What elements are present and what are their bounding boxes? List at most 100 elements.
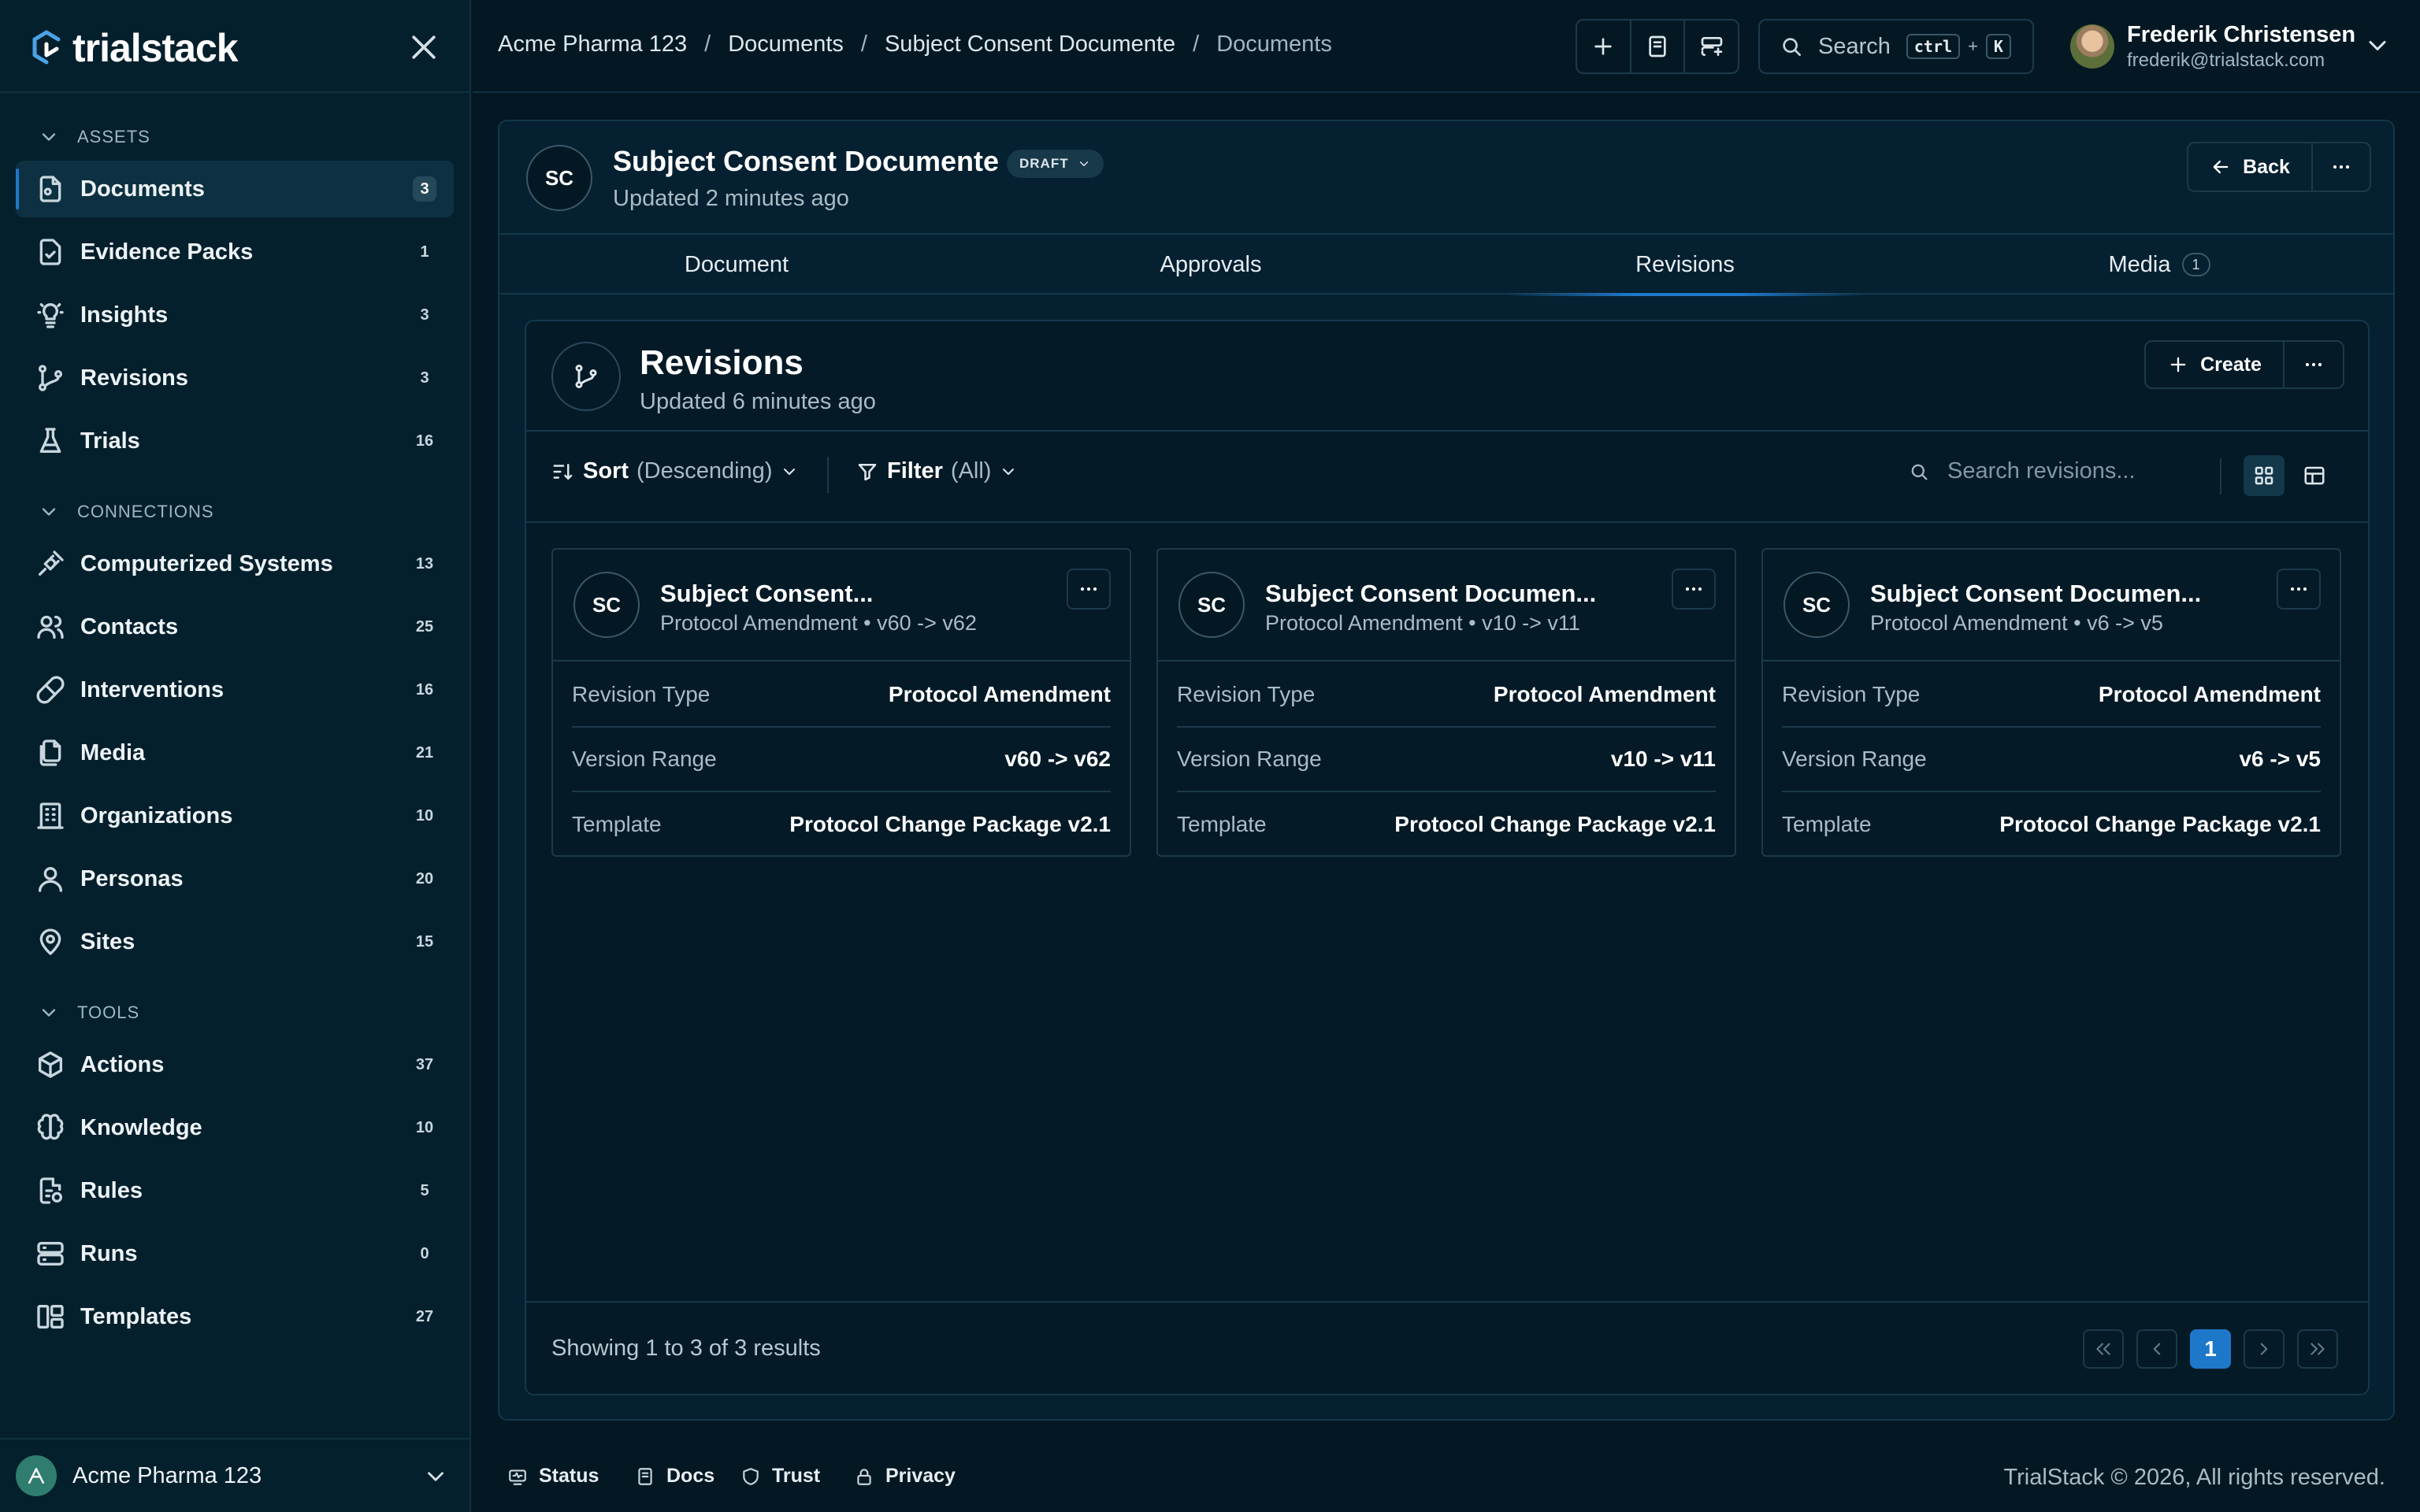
sidebar-item-count: 3 [413, 176, 436, 202]
sidebar-item-evidence-packs[interactable]: Evidence Packs 1 [16, 224, 454, 280]
tab-revisions[interactable]: Revisions [1448, 235, 1922, 296]
global-search[interactable]: Search ctrl + K [1758, 19, 2034, 74]
chevron-down-icon[interactable] [2363, 32, 2392, 60]
grid-view-button[interactable] [2244, 455, 2285, 496]
storage-button[interactable] [1685, 20, 1738, 72]
sort-button[interactable]: Sort (Descending) [551, 458, 799, 484]
breadcrumb-item-documents[interactable]: Documents [728, 32, 844, 57]
section-connections-toggle[interactable]: CONNECTIONS [38, 496, 214, 528]
revision-card-header: SC Subject Consent Documen... Protocol A… [1763, 550, 2340, 662]
revision-subtitle: Protocol Amendment • v60 -> v62 [660, 611, 977, 635]
sidebar-item-count: 37 [415, 1055, 434, 1073]
revision-more-button[interactable] [2277, 569, 2321, 610]
user-menu[interactable]: Frederik Christensen frederik@trialstack… [2070, 17, 2355, 76]
breadcrumb-separator: / [1193, 32, 1200, 57]
search-input[interactable] [1947, 458, 2215, 484]
org-switcher[interactable]: Acme Pharma 123 [0, 1438, 471, 1512]
table-view-button[interactable] [2294, 455, 2335, 496]
sidebar-item-personas[interactable]: Personas 20 [16, 850, 454, 907]
sidebar-item-templates[interactable]: Templates 27 [16, 1288, 454, 1345]
document-icon [39, 176, 61, 202]
revisions-actions: Create [2144, 340, 2344, 389]
previous-page-button[interactable] [2136, 1329, 2177, 1369]
plus-icon [1594, 38, 1612, 55]
sidebar-item-actions[interactable]: Actions 37 [16, 1036, 454, 1093]
tab-label: Media [2108, 251, 2171, 277]
back-button[interactable]: Back [2188, 143, 2313, 191]
status-link[interactable]: Status [507, 1465, 599, 1488]
sidebar-item-rules[interactable]: Rules 5 [16, 1162, 454, 1219]
sidebar-item-interventions[interactable]: Interventions 16 [16, 662, 454, 718]
revisions-more-button[interactable] [2285, 342, 2343, 387]
tab-approvals[interactable]: Approvals [974, 235, 1448, 295]
version-range-row: Version Range v10 -> v11 [1177, 728, 1716, 792]
revision-more-button[interactable] [1672, 569, 1716, 610]
revision-avatar: SC [573, 572, 640, 638]
revision-more-button[interactable] [1067, 569, 1111, 610]
status-badge[interactable]: DRAFT [1007, 150, 1104, 178]
sidebar-item-insights[interactable]: Insights 3 [16, 287, 454, 343]
logo[interactable]: trialstack [28, 25, 239, 71]
breadcrumb: Acme Pharma 123 / Documents / Subject Co… [498, 32, 1332, 57]
revision-card[interactable]: SC Subject Consent... Protocol Amendment… [551, 548, 1131, 857]
sidebar-item-sites[interactable]: Sites 15 [16, 914, 454, 970]
quick-actions [1576, 19, 1739, 74]
breadcrumb-item-document[interactable]: Subject Consent Documente [885, 32, 1175, 57]
tab-document[interactable]: Document [499, 235, 974, 295]
sidebar-item-documents[interactable]: Documents 3 [16, 161, 454, 217]
sidebar-item-organizations[interactable]: Organizations 10 [16, 788, 454, 844]
sidebar-item-trials[interactable]: Trials 16 [16, 413, 454, 469]
sidebar-item-contacts[interactable]: Contacts 25 [16, 598, 454, 655]
docs-link[interactable]: Docs [635, 1465, 714, 1488]
revision-card[interactable]: SC Subject Consent Documen... Protocol A… [1761, 548, 2341, 857]
topbar: Acme Pharma 123 / Documents / Subject Co… [473, 0, 2420, 93]
next-page-button[interactable] [2244, 1329, 2285, 1369]
privacy-link[interactable]: Privacy [854, 1465, 956, 1488]
plug-icon [39, 550, 64, 576]
tab-media[interactable]: Media 1 [1922, 235, 2396, 295]
revision-title[interactable]: Subject Consent... [660, 580, 873, 608]
search-shortcut: ctrl + K [1906, 34, 2011, 59]
row-value: Protocol Change Package v2.1 [789, 812, 1111, 836]
filter-button[interactable]: Filter (All) [856, 458, 1018, 484]
revision-title[interactable]: Subject Consent Documen... [1265, 580, 1596, 608]
add-button[interactable] [1577, 20, 1631, 72]
sidebar-item-knowledge[interactable]: Knowledge 10 [16, 1099, 454, 1156]
section-tools-toggle[interactable]: TOOLS [38, 997, 139, 1028]
sidebar-item-label: Runs [80, 1240, 138, 1266]
trust-link[interactable]: Trust [740, 1465, 820, 1488]
section-assets-toggle[interactable]: ASSETS [38, 121, 150, 153]
create-revision-button[interactable]: Create [2146, 342, 2285, 387]
sidebar-item-runs[interactable]: Runs 0 [16, 1225, 454, 1282]
sidebar-item-label: Trials [80, 428, 140, 454]
toolbar-divider [827, 457, 829, 493]
row-value: Protocol Amendment [1493, 682, 1716, 706]
more-horizontal-icon [2333, 165, 2350, 169]
sort-descending-icon [553, 463, 573, 480]
row-value: v10 -> v11 [1610, 747, 1716, 771]
sidebar-item-computerized-systems[interactable]: Computerized Systems 13 [16, 536, 454, 592]
chevron-down-icon [784, 468, 796, 475]
copyright: TrialStack © 2026, All rights reserved. [2003, 1465, 2386, 1490]
revision-title[interactable]: Subject Consent Documen... [1870, 580, 2201, 608]
notes-button[interactable] [1631, 20, 1686, 72]
row-label: Template [572, 812, 662, 836]
page-button-current[interactable]: 1 [2190, 1329, 2231, 1369]
first-page-button[interactable] [2083, 1329, 2124, 1369]
document-avatar: SC [526, 145, 592, 211]
sidebar-item-media[interactable]: Media 21 [16, 724, 454, 781]
git-branch-icon [575, 365, 597, 388]
breadcrumb-item-org[interactable]: Acme Pharma 123 [498, 32, 687, 57]
revision-card[interactable]: SC Subject Consent Documen... Protocol A… [1156, 548, 1736, 857]
chevron-left-icon [2153, 1343, 2161, 1355]
sidebar-item-label: Actions [80, 1051, 165, 1077]
pill-icon [36, 676, 65, 704]
lock-icon [857, 1468, 871, 1485]
close-sidebar-button[interactable] [406, 30, 441, 65]
sidebar-item-count: 0 [420, 1244, 429, 1262]
sidebar-item-revisions[interactable]: Revisions 3 [16, 350, 454, 406]
sidebar-item-count: 5 [420, 1181, 429, 1199]
document-more-button[interactable] [2313, 143, 2370, 191]
row-value: v6 -> v5 [2239, 747, 2321, 771]
last-page-button[interactable] [2297, 1329, 2338, 1369]
